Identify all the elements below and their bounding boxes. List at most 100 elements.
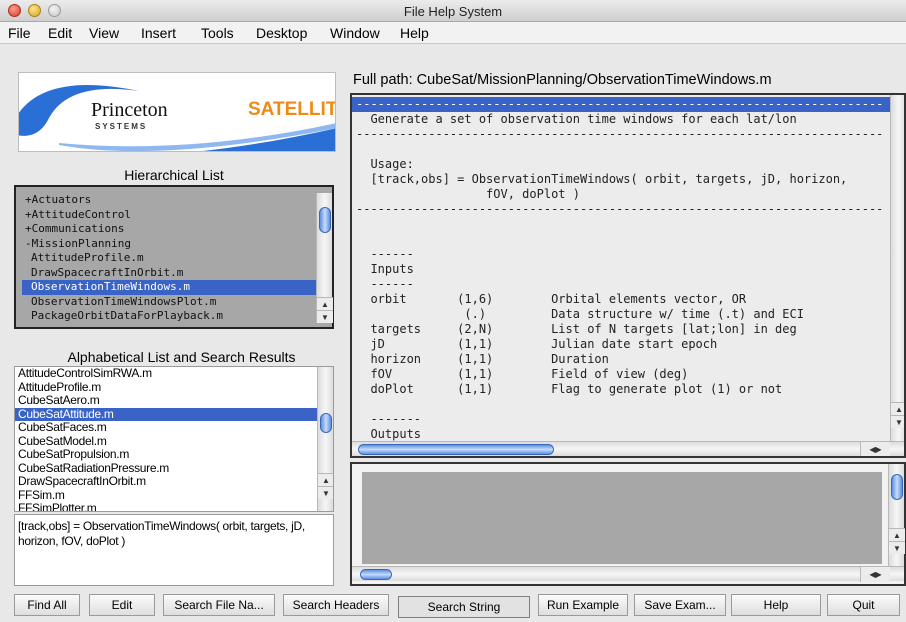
list-item[interactable]: +Actuators [22, 193, 316, 208]
list-item[interactable]: +AttitudeControl [22, 208, 316, 223]
menu-tools[interactable]: Tools [201, 25, 234, 41]
code-line: ------- [356, 412, 422, 426]
scroll-up-icon[interactable]: ▲ [318, 473, 333, 486]
menu-desktop[interactable]: Desktop [256, 25, 307, 41]
menu-bar: File Edit View Insert Tools Desktop Wind… [0, 22, 906, 44]
code-line: [track,obs] = ObservationTimeWindows( or… [356, 172, 848, 186]
code-line: fOV (1,1) Field of view (deg) [356, 367, 689, 381]
full-path-label: Full path: CubeSat/MissionPlanning/Obser… [353, 72, 772, 88]
code-line: Generate a set of observation time windo… [356, 112, 797, 126]
hierarchical-list-heading: Hierarchical List [124, 167, 224, 183]
alphabetical-list[interactable]: AttitudeControlSimRWA.m AttitudeProfile.… [14, 366, 334, 512]
code-line: ----------------------------------------… [356, 202, 884, 216]
list-item[interactable]: DrawSpacecraftInOrbit.m [22, 266, 316, 281]
scroll-up-icon[interactable]: ▲ [891, 402, 904, 415]
list-item[interactable]: AttitudeControlSimRWA.m [15, 367, 333, 381]
help-text-vertical-scrollbar[interactable]: ▲ ▼ [890, 95, 904, 441]
menu-window[interactable]: Window [330, 25, 380, 41]
list-item-selected[interactable]: ObservationTimeWindows.m [22, 280, 316, 295]
menu-help[interactable]: Help [400, 25, 429, 41]
list-item[interactable]: PackageOrbitDataForPlayback.m [22, 309, 316, 323]
list-item[interactable]: CubeSatPropulsion.m [15, 447, 333, 462]
code-line: Outputs [356, 427, 422, 441]
help-text-content: ----------------------------------------… [352, 95, 890, 441]
code-line: orbit (1,6) Orbital elements vector, OR [356, 292, 747, 306]
list-item[interactable]: FFSim.m [15, 488, 333, 503]
scroll-thumb[interactable] [891, 474, 903, 500]
code-line: ----------------------------------------… [352, 97, 890, 112]
logo-text-systems: SYSTEMS [95, 122, 148, 131]
code-line: fOV, doPlot ) [356, 187, 580, 201]
code-line: horizon (1,1) Duration [356, 352, 609, 366]
scroll-down-icon[interactable]: ▼ [891, 415, 904, 428]
code-line: ----------------------------------------… [356, 127, 884, 141]
help-text-horizontal-scrollbar[interactable]: ◀▶ [352, 441, 904, 456]
hierarchical-list-scrollbar[interactable]: ▲ ▼ [316, 193, 333, 323]
list-item-selected[interactable]: CubeSatAttitude.m [15, 407, 333, 421]
title-bar: File Help System [0, 0, 906, 22]
scroll-down-icon[interactable]: ▼ [318, 486, 333, 499]
run-example-button[interactable]: Run Example [538, 594, 628, 616]
code-line: (.) Data structure w/ time (.t) and ECI [356, 307, 804, 321]
scroll-left-right-icon[interactable]: ◀▶ [860, 442, 890, 456]
menu-file[interactable]: File [8, 25, 31, 41]
scroll-down-icon[interactable]: ▼ [889, 541, 905, 554]
code-line: ------ [356, 277, 414, 291]
list-item[interactable]: CubeSatFaces.m [15, 420, 333, 435]
help-button[interactable]: Help [731, 594, 821, 616]
scroll-left-right-icon[interactable]: ◀▶ [860, 567, 890, 582]
list-item[interactable]: CubeSatAero.m [15, 393, 333, 408]
alphabetical-list-heading: Alphabetical List and Search Results [67, 349, 296, 365]
list-item[interactable]: AttitudeProfile.m [15, 380, 333, 395]
logo-text-princeton: Princeton [91, 99, 168, 121]
code-line: Usage: [356, 157, 414, 171]
list-item[interactable]: DrawSpacecraftInOrbit.m [15, 474, 333, 489]
scroll-up-icon[interactable]: ▲ [317, 297, 333, 310]
example-output-panel[interactable]: ▲ ▼ ◀▶ [350, 462, 906, 586]
menu-view[interactable]: View [89, 25, 119, 41]
code-line: doPlot (1,1) Flag to generate plot (1) o… [356, 382, 783, 396]
code-line: Inputs [356, 262, 414, 276]
quit-button[interactable]: Quit [827, 594, 900, 616]
scroll-thumb[interactable] [320, 413, 332, 433]
alphabetical-list-scrollbar[interactable]: ▲ ▼ [317, 367, 333, 511]
example-output-area [362, 472, 882, 564]
horizontal-scroll-thumb[interactable] [360, 569, 392, 580]
list-item[interactable]: AttitudeProfile.m [22, 251, 316, 266]
logo-text-satellite: SATELLITE [248, 99, 335, 120]
output-vertical-scrollbar[interactable]: ▲ ▼ [888, 464, 905, 566]
window-title: File Help System [403, 4, 503, 19]
find-all-button[interactable]: Find All [14, 594, 80, 616]
horizontal-scroll-thumb[interactable] [358, 444, 554, 455]
list-item[interactable]: -MissionPlanning [22, 237, 316, 252]
search-string-button[interactable]: Search String [398, 596, 530, 618]
list-item[interactable]: FFSimPlotter.m [15, 501, 333, 511]
list-item[interactable]: CubeSatRadiationPressure.m [15, 461, 333, 476]
scroll-right-icon[interactable]: ▶ [876, 570, 882, 579]
scroll-down-icon[interactable]: ▼ [317, 310, 333, 323]
menu-insert[interactable]: Insert [141, 25, 176, 41]
list-item[interactable]: ObservationTimeWindowsPlot.m [22, 295, 316, 310]
edit-button[interactable]: Edit [89, 594, 155, 616]
list-item[interactable]: CubeSatModel.m [15, 434, 333, 449]
search-file-names-button[interactable]: Search File Na... [163, 594, 275, 616]
help-text-panel[interactable]: ----------------------------------------… [350, 93, 906, 458]
menu-edit[interactable]: Edit [48, 25, 72, 41]
scroll-thumb[interactable] [319, 207, 331, 233]
function-signature-text: [track,obs] = ObservationTimeWindows( or… [14, 514, 334, 586]
list-item[interactable]: +Communications [22, 222, 316, 237]
hierarchical-list[interactable]: +Actuators +AttitudeControl +Communicati… [14, 185, 334, 329]
code-line: ------ [356, 247, 414, 261]
company-logo: Princeton SATELLITE SYSTEMS [18, 72, 336, 152]
save-example-button[interactable]: Save Exam... [634, 594, 726, 616]
search-headers-button[interactable]: Search Headers [283, 594, 389, 616]
scroll-up-icon[interactable]: ▲ [889, 528, 905, 541]
scroll-right-icon[interactable]: ▶ [876, 445, 882, 454]
code-line: targets (2,N) List of N targets [lat;lon… [356, 322, 797, 336]
output-horizontal-scrollbar[interactable]: ◀▶ [352, 566, 904, 582]
code-line: jD (1,1) Julian date start epoch [356, 337, 718, 351]
